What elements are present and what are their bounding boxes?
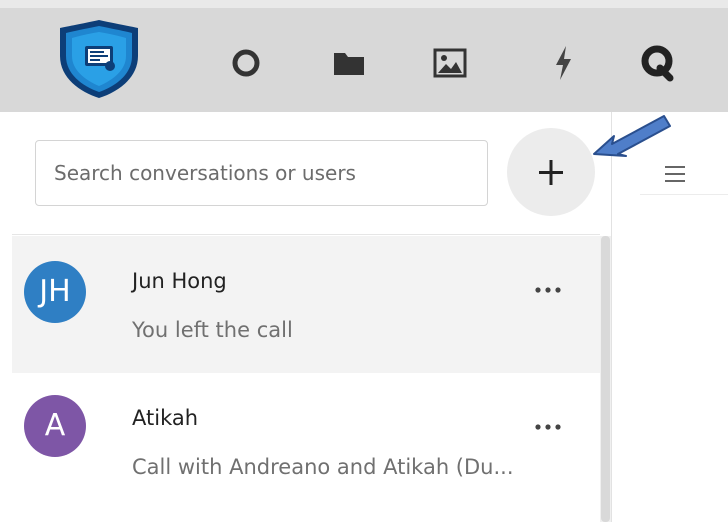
chat-q-icon[interactable] [640,44,674,82]
top-strip [0,0,728,8]
more-options-button[interactable] [528,415,568,439]
scrollbar-thumb[interactable] [601,236,610,522]
folder-icon[interactable] [333,50,365,76]
avatar: A [24,395,86,457]
conversation-preview: Call with Andreano and Atikah (Du... [132,455,514,479]
logo-shield-icon[interactable] [50,16,148,100]
activity-bolt-icon[interactable] [552,44,574,82]
conversation-preview: You left the call [132,318,293,342]
more-dots-icon [535,424,561,430]
status-circle-icon[interactable] [231,48,261,78]
more-options-button[interactable] [528,278,568,302]
annotation-arrow-icon [590,112,680,170]
avatar: JH [24,261,86,323]
top-navigation-bar [0,0,728,112]
search-input[interactable] [35,140,488,206]
image-icon[interactable] [433,47,467,79]
more-dots-icon [535,287,561,293]
conversation-item[interactable]: A Atikah Call with Andreano and Atikah (… [12,373,600,510]
conversation-name: Jun Hong [132,269,227,293]
new-conversation-button[interactable] [507,128,595,216]
header-divider [640,194,728,195]
list-divider [12,234,600,235]
conversation-item[interactable]: JH Jun Hong You left the call [12,236,600,373]
conversation-name: Atikah [132,406,199,430]
plus-icon [539,160,563,185]
